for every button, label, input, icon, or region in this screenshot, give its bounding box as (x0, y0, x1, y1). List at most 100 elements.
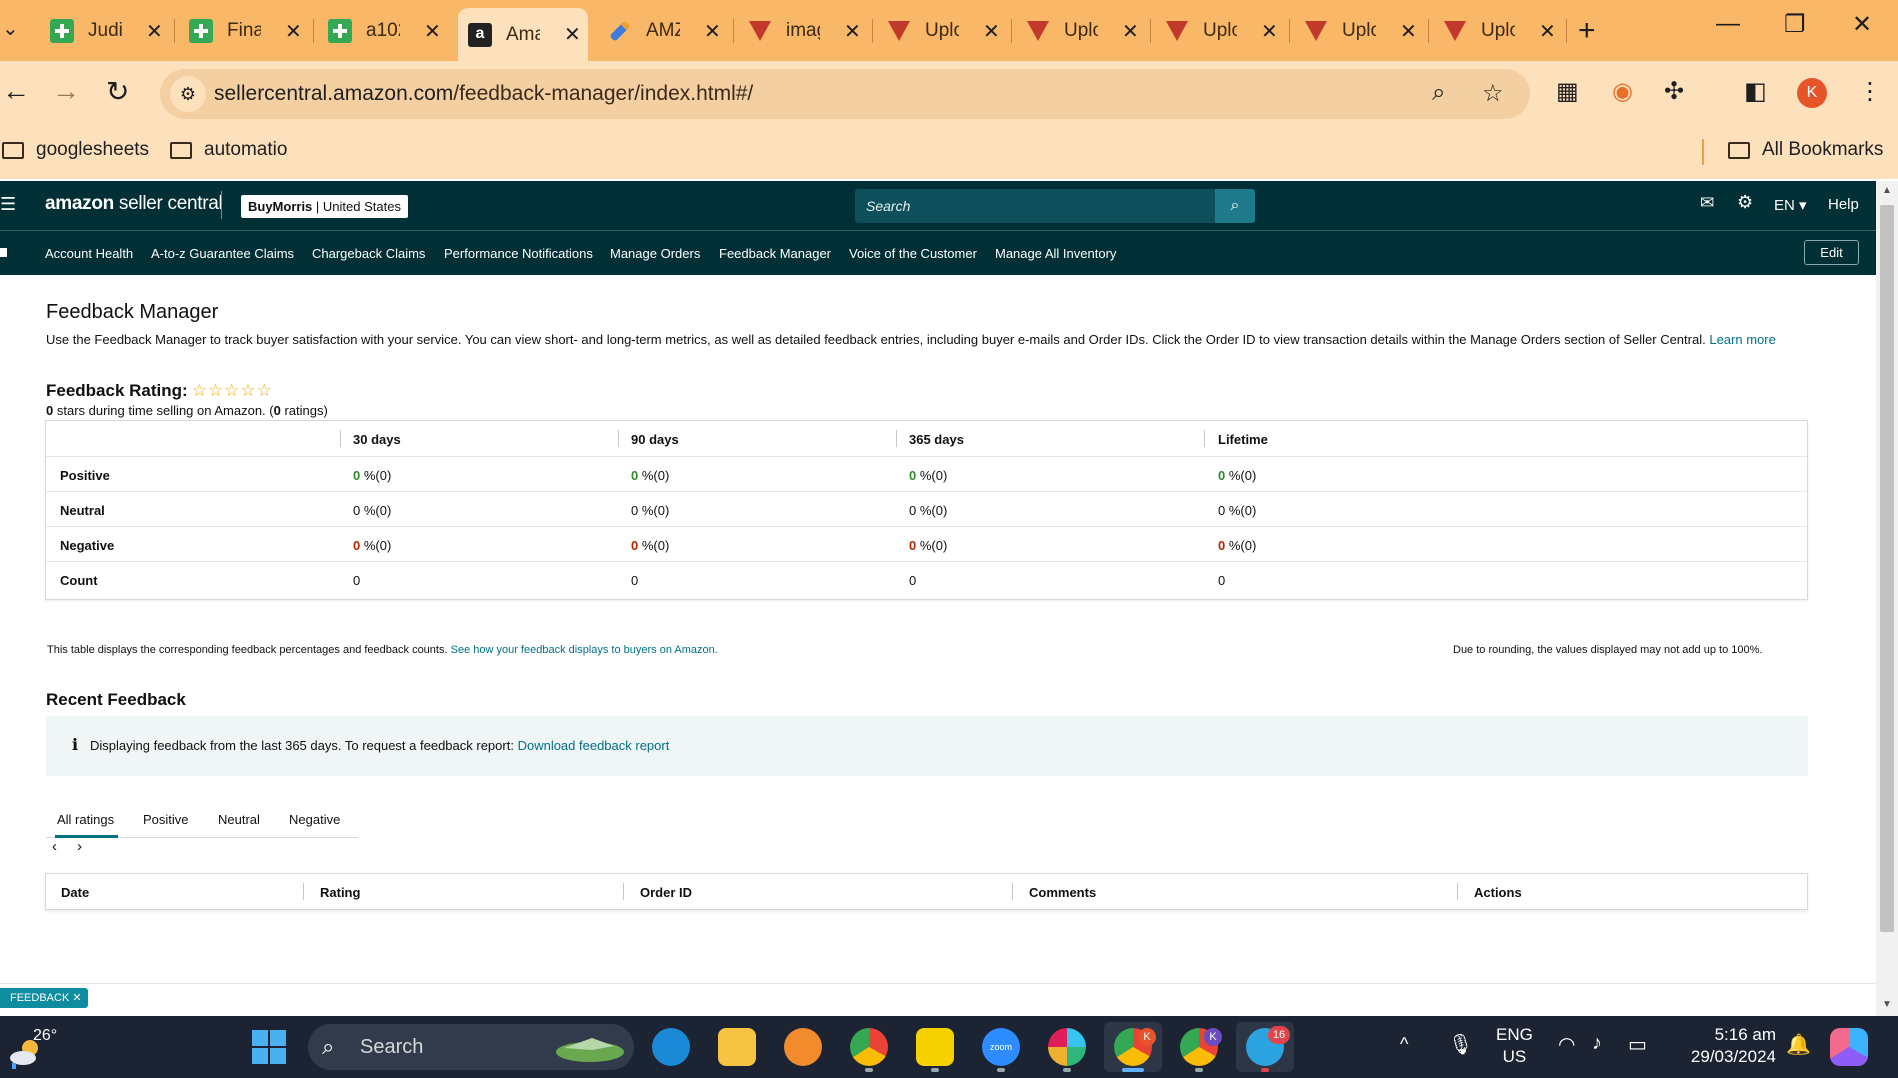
site-settings-icon[interactable]: ⚙ (170, 76, 206, 112)
notification-bell-icon[interactable]: 🔔 (1786, 1032, 1811, 1057)
tab-negative[interactable]: Negative (289, 812, 340, 827)
folder-icon (1728, 141, 1750, 159)
tab-search-chevron-icon[interactable]: ⌄ (2, 16, 19, 41)
page-scrollbar[interactable]: ▲ ▼ (1876, 181, 1898, 1016)
minimize-icon[interactable]: — (1716, 10, 1740, 38)
extension-orange-icon[interactable]: ◉ (1612, 77, 1633, 106)
copilot-icon[interactable] (1830, 1028, 1868, 1066)
tab-close-icon[interactable]: ✕ (1539, 19, 1556, 44)
browser-tab-7[interactable]: Uplo ✕ (877, 10, 1011, 52)
search-button[interactable]: ⌕ (1215, 189, 1255, 223)
browser-tab-2[interactable]: Fina ✕ (179, 10, 313, 52)
column-divider (618, 430, 619, 447)
bookmark-star-icon[interactable]: ☆ (1482, 79, 1504, 108)
browser-tab-4-active[interactable]: a Ama ✕ (458, 8, 588, 61)
nav-manage-orders[interactable]: Manage Orders (610, 246, 700, 261)
bookmark-folder-googlesheets[interactable]: googlesheets (2, 139, 149, 161)
close-window-icon[interactable]: ✕ (1852, 10, 1872, 39)
qr-code-icon[interactable]: ▦ (1556, 77, 1579, 106)
feedback-widget-button[interactable]: FEEDBACK ✕ (0, 988, 88, 1008)
restore-icon[interactable]: ❐ (1784, 10, 1806, 39)
browser-tab-3[interactable]: a102 ✕ (318, 10, 452, 52)
windows-taskbar: 26° ⌕ Search zoom K K 16 ^ 🎙 ENG US ◠ ♪ ▭… (0, 1016, 1898, 1078)
vpn-shield-icon[interactable] (784, 1028, 822, 1066)
search-input[interactable]: Search (855, 189, 1215, 223)
tab-positive[interactable]: Positive (143, 812, 189, 827)
language-indicator[interactable]: ENG US (1496, 1024, 1533, 1068)
wifi-icon[interactable]: ◠ (1558, 1032, 1575, 1057)
windows-logo-icon (252, 1030, 268, 1046)
tray-chevron-up-icon[interactable]: ^ (1400, 1034, 1408, 1055)
microphone-icon[interactable]: 🎙 (1448, 1032, 1473, 1057)
tab-close-icon[interactable]: ✕ (285, 19, 302, 44)
scroll-down-arrow-icon[interactable]: ▼ (1882, 999, 1892, 1010)
weather-widget[interactable]: 26° (8, 1024, 57, 1069)
side-panel-icon[interactable]: ◧ (1744, 77, 1767, 106)
help-link[interactable]: Help (1828, 196, 1859, 213)
address-bar[interactable]: ⚙ sellercentral.amazon.com/feedback-mana… (160, 69, 1530, 119)
nav-feedback-manager[interactable]: Feedback Manager (719, 246, 831, 261)
new-tab-plus-icon[interactable]: + (1578, 14, 1596, 48)
tab-close-icon[interactable]: ✕ (844, 19, 861, 44)
browser-tab-5[interactable]: AMZ ✕ (598, 10, 732, 52)
edge-icon[interactable] (652, 1028, 690, 1066)
all-bookmarks[interactable]: All Bookmarks (1728, 139, 1883, 161)
forward-arrow-icon[interactable]: → (52, 75, 80, 107)
system-clock[interactable]: 5:16 am 29/03/2024 (1676, 1024, 1776, 1068)
download-report-link[interactable]: Download feedback report (518, 738, 670, 753)
tab-close-icon[interactable]: ✕ (146, 19, 163, 44)
browser-tab-11[interactable]: Uplo ✕ (1433, 10, 1567, 52)
zoom-magnifier-icon[interactable]: ⌕ (1432, 79, 1445, 107)
tab-neutral[interactable]: Neutral (218, 812, 260, 827)
bookmark-folder-automatio[interactable]: automatio (170, 139, 287, 161)
reload-icon[interactable]: ↻ (106, 75, 129, 108)
pager-prev-chevron-icon[interactable]: ‹ (52, 838, 57, 855)
learn-more-link[interactable]: Learn more (1709, 332, 1775, 347)
browser-tab-8[interactable]: Uplo ✕ (1016, 10, 1150, 52)
slack-icon[interactable] (1048, 1028, 1086, 1066)
menu-kebab-icon[interactable]: ⋮ (1858, 77, 1882, 106)
scrollbar-thumb[interactable] (1880, 205, 1894, 932)
hamburger-menu-icon[interactable]: ☰ (0, 194, 16, 215)
zoom-icon[interactable]: zoom (982, 1028, 1020, 1066)
battery-icon[interactable]: ▭ (1628, 1032, 1647, 1057)
browser-tab-6[interactable]: imag ✕ (738, 10, 872, 52)
tab-close-icon[interactable]: ✕ (1400, 19, 1417, 44)
browser-tab-10[interactable]: Uplo ✕ (1294, 10, 1428, 52)
sticky-notes-icon[interactable] (916, 1028, 954, 1066)
tab-close-icon[interactable]: ✕ (564, 22, 581, 47)
scroll-up-arrow-icon[interactable]: ▲ (1882, 185, 1892, 196)
tab-all-ratings[interactable]: All ratings (57, 812, 114, 827)
chrome-icon[interactable] (850, 1028, 888, 1066)
pager-next-chevron-icon[interactable]: › (77, 838, 82, 855)
seller-central-logo[interactable]: amazon seller central (45, 193, 223, 215)
start-button[interactable] (252, 1030, 286, 1064)
tab-close-icon[interactable]: ✕ (424, 19, 441, 44)
profile-avatar[interactable]: K (1797, 78, 1827, 108)
nav-account-health[interactable]: Account Health (45, 246, 133, 261)
taskbar-search[interactable]: ⌕ Search (308, 1024, 634, 1070)
store-switcher[interactable]: BuyMorris | United States (241, 195, 408, 218)
mail-icon[interactable]: ✉ (1700, 193, 1714, 213)
gear-icon[interactable]: ⚙ (1737, 192, 1753, 213)
nav-voice-of-customer[interactable]: Voice of the Customer (849, 246, 977, 261)
feedback-display-link[interactable]: See how your feedback displays to buyers… (451, 644, 718, 656)
url-text[interactable]: sellercentral.amazon.com/feedback-manage… (214, 82, 753, 106)
file-explorer-icon[interactable] (718, 1028, 756, 1066)
feedback-rating-heading: Feedback Rating: ☆☆☆☆☆ (46, 381, 273, 400)
language-selector[interactable]: EN ▾ (1774, 196, 1807, 214)
nav-manage-inventory[interactable]: Manage All Inventory (995, 246, 1116, 261)
volume-icon[interactable]: ♪ (1592, 1032, 1602, 1055)
back-arrow-icon[interactable]: ← (2, 75, 30, 107)
tab-close-icon[interactable]: ✕ (1122, 19, 1139, 44)
extensions-puzzle-icon[interactable]: ✣ (1664, 77, 1684, 106)
tab-close-icon[interactable]: ✕ (704, 19, 721, 44)
browser-tab-9[interactable]: Uplo ✕ (1155, 10, 1289, 52)
nav-performance-notifications[interactable]: Performance Notifications (444, 246, 593, 261)
tab-close-icon[interactable]: ✕ (1261, 19, 1278, 44)
tab-close-icon[interactable]: ✕ (983, 19, 1000, 44)
browser-tab-1[interactable]: Judi ✕ (40, 10, 174, 52)
nav-a-to-z-claims[interactable]: A-to-z Guarantee Claims (151, 246, 294, 261)
nav-chargeback-claims[interactable]: Chargeback Claims (312, 246, 425, 261)
edit-nav-button[interactable]: Edit (1804, 240, 1859, 265)
